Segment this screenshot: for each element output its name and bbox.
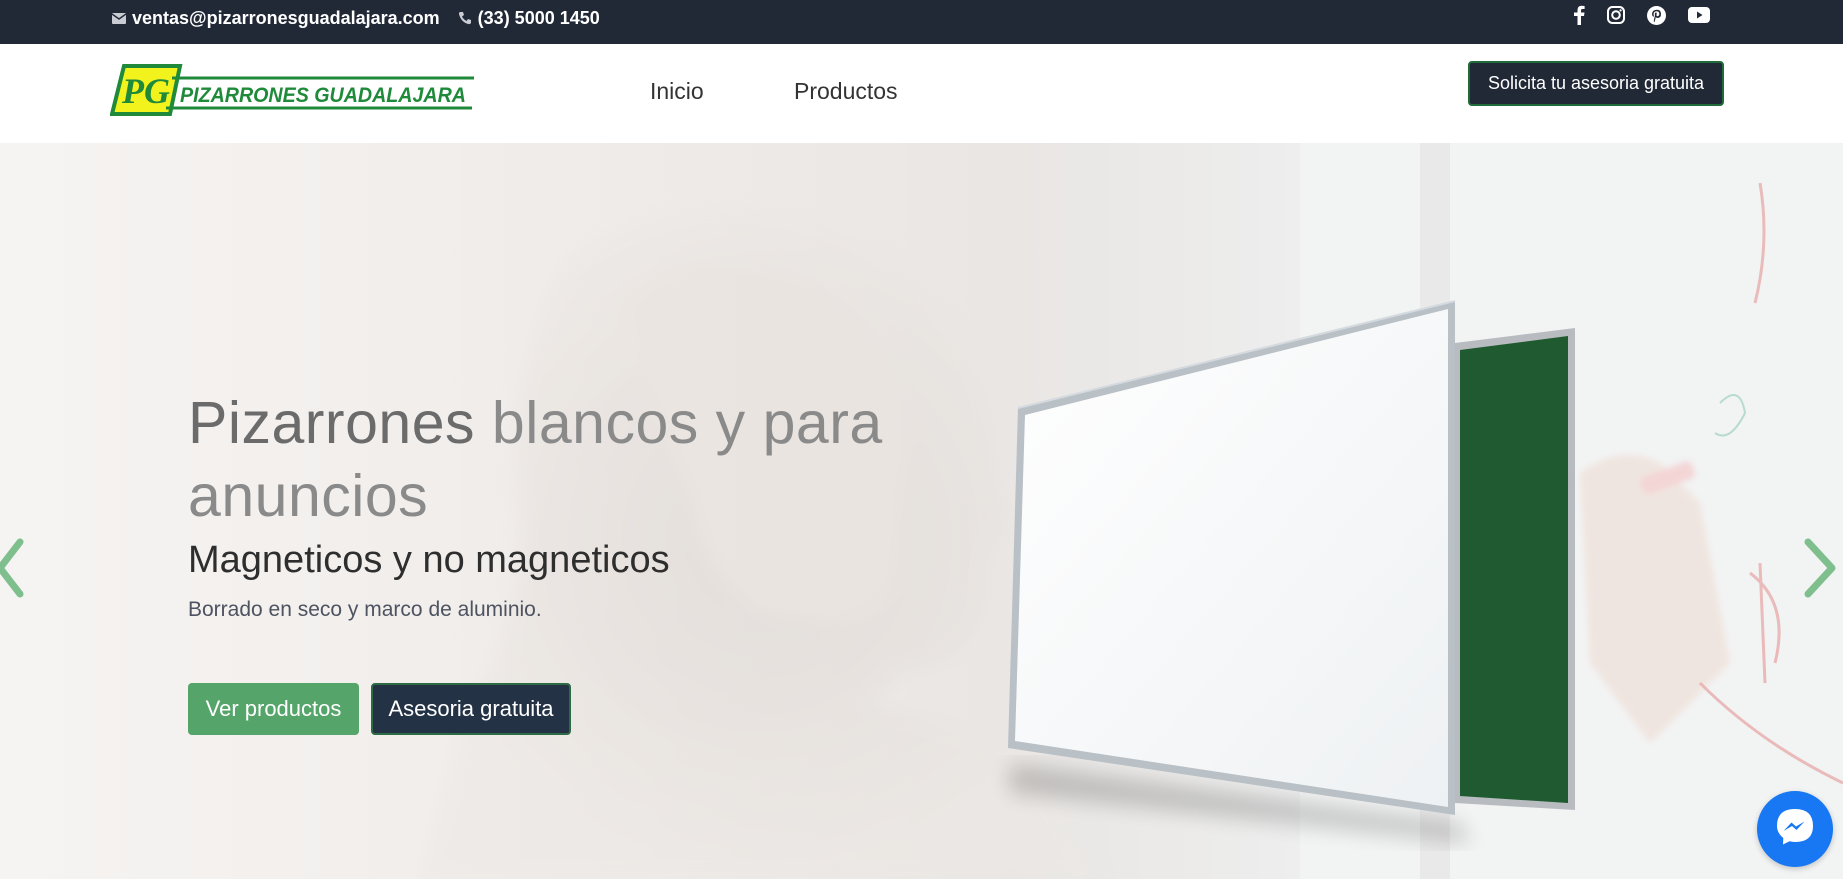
social-links bbox=[1573, 0, 1710, 30]
free-consultation-button[interactable]: Solicita tu asesoria gratuita bbox=[1468, 61, 1724, 106]
hero-slider: Pizarrones blancos y para anuncios Magne… bbox=[0, 143, 1843, 879]
phone-link[interactable]: (33) 5000 1450 bbox=[458, 8, 600, 29]
youtube-icon[interactable] bbox=[1688, 7, 1710, 23]
email-link[interactable]: ventas@pizarronesguadalajara.com bbox=[112, 8, 440, 29]
top-contact-bar: ventas@pizarronesguadalajara.com (33) 50… bbox=[0, 0, 1843, 44]
hero-title-light-2: anuncios bbox=[188, 463, 429, 529]
phone-text: (33) 5000 1450 bbox=[477, 7, 600, 28]
hero-title-light-1: blancos y para bbox=[491, 390, 883, 456]
email-text: ventas@pizarronesguadalajara.com bbox=[132, 7, 440, 28]
slider-next-icon[interactable] bbox=[1802, 538, 1838, 603]
pinterest-icon[interactable] bbox=[1647, 5, 1666, 25]
hero-description: Borrado en seco y marco de aluminio. bbox=[188, 598, 542, 621]
logo-text: PIZARRONES GUADALAJARA bbox=[180, 84, 466, 107]
hero-title-strong: Pizarrones bbox=[188, 390, 476, 456]
brand-logo[interactable]: PG PIZARRONES GUADALAJARA bbox=[109, 64, 476, 118]
hero-title: Pizarrones blancos y para anuncios bbox=[188, 387, 948, 533]
envelope-icon bbox=[112, 12, 126, 24]
hero-subtitle: Magneticos y no magneticos bbox=[188, 539, 670, 581]
logo-mark: PG bbox=[121, 71, 170, 111]
nav-productos[interactable]: Productos bbox=[794, 78, 898, 105]
messenger-icon bbox=[1774, 806, 1816, 853]
instagram-icon[interactable] bbox=[1607, 6, 1625, 24]
nav-inicio[interactable]: Inicio bbox=[650, 78, 704, 105]
slider-prev-icon[interactable] bbox=[0, 538, 24, 603]
contact-info: ventas@pizarronesguadalajara.com (33) 50… bbox=[112, 0, 618, 36]
messenger-chat-button[interactable] bbox=[1757, 791, 1833, 867]
free-advice-button[interactable]: Asesoria gratuita bbox=[371, 683, 571, 735]
site-header: PG PIZARRONES GUADALAJARA Inicio Product… bbox=[0, 44, 1843, 143]
facebook-icon[interactable] bbox=[1573, 5, 1585, 25]
phone-icon bbox=[458, 11, 472, 25]
view-products-button[interactable]: Ver productos bbox=[188, 683, 359, 735]
